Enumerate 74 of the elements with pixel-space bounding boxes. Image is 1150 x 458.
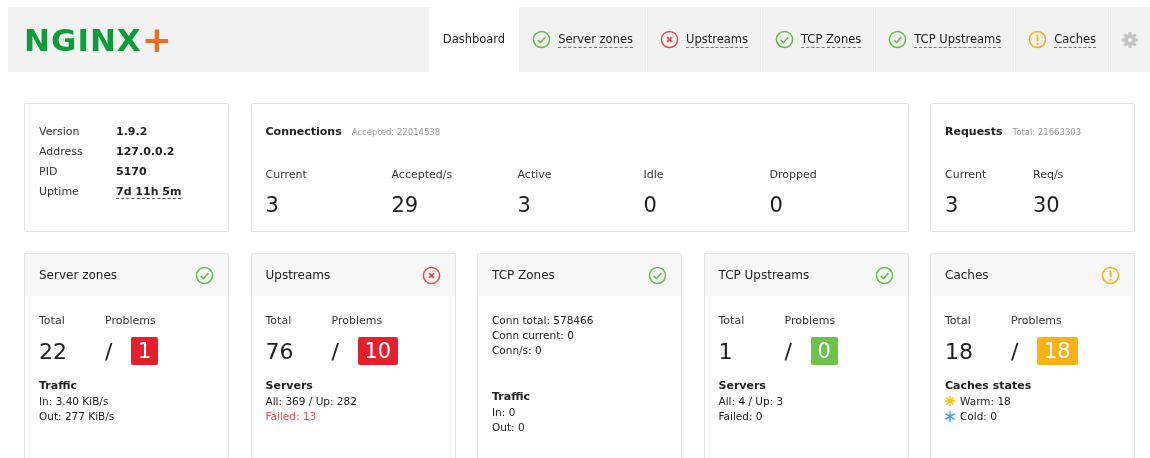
problems-count: 18 [1037, 337, 1078, 365]
detail-line: Cold: 0 [960, 410, 997, 422]
card-title: Requests [945, 125, 1003, 138]
problems-label: Problems [1011, 314, 1063, 327]
detail-line: Failed: 13 [265, 410, 317, 422]
total-label: Total [718, 314, 746, 327]
total-label: Total [945, 314, 972, 327]
info-label: PID [39, 165, 59, 178]
section-title: Servers [265, 379, 314, 392]
card-title: Caches [945, 268, 989, 282]
card-note: Accepted: 22014538 [351, 127, 441, 137]
card-title: Connections [265, 125, 342, 138]
total-value: 76 [265, 338, 295, 364]
card-title: Upstreams [265, 268, 331, 282]
metric-value: 0 [769, 193, 784, 217]
problems-label: Problems [105, 314, 157, 327]
info-value: 1.9.2 [116, 125, 148, 138]
stat-line: Conn current: 0 [492, 329, 575, 341]
metric-value: 29 [391, 193, 420, 217]
separator: / [784, 338, 793, 364]
detail-line: All: 369 / Up: 282 [265, 395, 357, 407]
total-label: Total [265, 314, 293, 327]
problems-label: Problems [784, 314, 837, 327]
separator: / [1011, 338, 1020, 364]
detail-line: Failed: 0 [718, 410, 763, 422]
problems-label: Problems [331, 314, 384, 327]
card-title: TCP Zones [492, 268, 555, 282]
card-title: Server zones [39, 268, 118, 282]
metric-value: 30 [1033, 193, 1061, 217]
stat-line: Conn total: 578466 [492, 314, 595, 326]
metric-label: Active [517, 168, 553, 181]
section-title: Traffic [492, 390, 531, 403]
nav-tab[interactable]: Dashboard [428, 7, 519, 72]
detail-line: Out: 277 KiB/s [39, 410, 115, 422]
info-label: Uptime [39, 185, 80, 199]
section-title: Traffic [39, 379, 78, 392]
stat-line: Conn/s: 0 [492, 344, 543, 356]
metric-value: 3 [945, 193, 960, 217]
total-value: 1 [718, 338, 734, 364]
metric-label: Req/s [1033, 168, 1065, 181]
metric-value: 0 [643, 193, 658, 217]
detail-line: All: 4 / Up: 3 [718, 395, 784, 407]
metric-label: Idle [643, 168, 665, 181]
metric-label: Accepted/s [391, 168, 454, 181]
metric-label: Dropped [769, 168, 818, 181]
total-label: Total [39, 314, 66, 327]
card-note: Total: 21663303 [1012, 127, 1082, 137]
metric-value: 3 [517, 193, 532, 217]
card-title: TCP Upstreams [718, 268, 810, 282]
section-title: Servers [718, 379, 767, 392]
info-value: 5170 [116, 165, 147, 178]
problems-count: 10 [357, 337, 399, 365]
info-value: 127.0.0.2 [116, 145, 175, 158]
detail-line: Out: 0 [492, 421, 525, 433]
info-label: Address [39, 145, 84, 158]
info-value: 7d 11h 5m [116, 185, 182, 199]
metric-label: Current [945, 168, 988, 181]
problems-count: 0 [810, 337, 838, 365]
separator: / [105, 338, 114, 364]
detail-line: In: 3.40 KiB/s [39, 395, 109, 407]
total-value: 22 [39, 338, 68, 364]
detail-line: Warm: 18 [960, 395, 1011, 407]
section-title: Caches states [945, 379, 1033, 392]
nginx-plus-logo: NGINX+ [23, 18, 174, 62]
info-label: Version [39, 125, 81, 138]
metric-label: Current [265, 168, 308, 181]
problems-count: 1 [131, 337, 159, 365]
snowflake-icon [945, 410, 955, 422]
detail-line: In: 0 [492, 406, 516, 418]
total-value: 18 [945, 338, 974, 364]
settings-icon[interactable] [1121, 30, 1139, 49]
sun-icon [945, 396, 955, 406]
separator: / [331, 338, 340, 364]
metric-value: 3 [265, 193, 280, 217]
